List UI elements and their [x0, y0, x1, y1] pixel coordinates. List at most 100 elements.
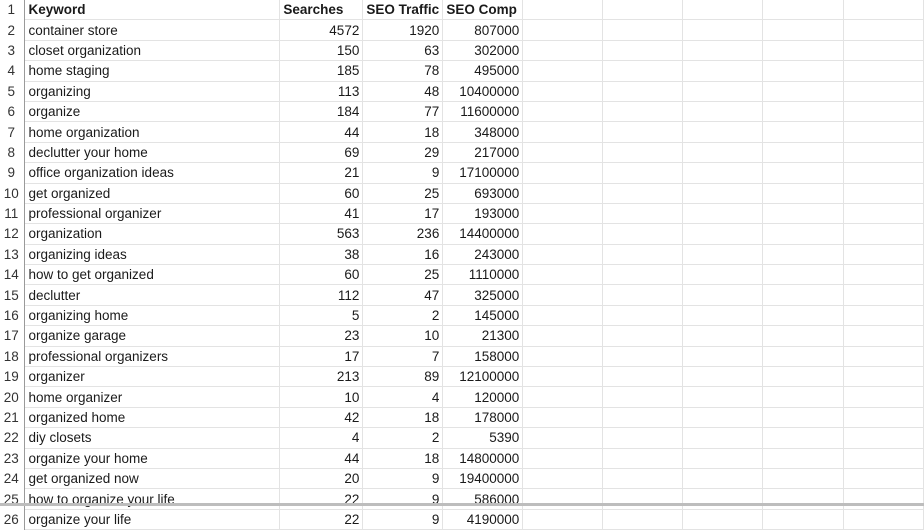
- cell-searches[interactable]: 4: [279, 427, 364, 449]
- empty-cell[interactable]: [682, 325, 764, 347]
- row-number[interactable]: 2: [0, 19, 26, 41]
- empty-cell[interactable]: [602, 366, 684, 388]
- empty-cell[interactable]: [522, 142, 604, 164]
- cell-seo-traffic[interactable]: 9: [362, 468, 444, 490]
- empty-cell[interactable]: [682, 183, 764, 204]
- empty-cell[interactable]: [602, 81, 684, 102]
- cell-keyword[interactable]: organized home: [24, 407, 281, 429]
- cell-keyword[interactable]: how to get organized: [24, 264, 281, 286]
- empty-cell[interactable]: [602, 121, 684, 143]
- empty-cell[interactable]: [843, 40, 924, 62]
- cell-searches[interactable]: 69: [279, 142, 364, 164]
- empty-cell[interactable]: [522, 509, 604, 530]
- row-number[interactable]: 18: [0, 346, 26, 367]
- cell-searches[interactable]: 4572: [279, 19, 364, 41]
- cell-searches[interactable]: 5: [279, 305, 364, 327]
- cell-seo-traffic[interactable]: 18: [362, 121, 444, 143]
- row-number[interactable]: 14: [0, 264, 26, 285]
- cell-seo-traffic[interactable]: 9: [362, 509, 444, 530]
- header-seo-traffic[interactable]: SEO Traffic: [362, 0, 444, 21]
- cell-seo-comp[interactable]: 14800000: [442, 448, 524, 469]
- cell-seo-comp[interactable]: 21300: [442, 325, 524, 347]
- cell-seo-comp[interactable]: 348000: [442, 121, 524, 143]
- cell-searches[interactable]: 22: [279, 488, 364, 510]
- cell-seo-comp[interactable]: 12100000: [442, 366, 524, 388]
- empty-cell[interactable]: [843, 325, 924, 347]
- empty-cell[interactable]: [682, 101, 764, 123]
- cell-seo-traffic[interactable]: 1920: [362, 19, 444, 41]
- empty-cell[interactable]: [762, 386, 844, 408]
- cell-seo-traffic[interactable]: 7: [362, 346, 444, 368]
- empty-cell[interactable]: [843, 0, 924, 21]
- empty-cell[interactable]: [762, 223, 844, 245]
- empty-cell[interactable]: [602, 203, 684, 225]
- cell-searches[interactable]: 44: [279, 121, 364, 143]
- empty-cell[interactable]: [843, 101, 924, 123]
- row-number[interactable]: 5: [0, 81, 26, 102]
- cell-seo-comp[interactable]: 14400000: [442, 223, 524, 245]
- cell-keyword[interactable]: professional organizer: [24, 203, 281, 225]
- empty-cell[interactable]: [682, 346, 764, 368]
- empty-cell[interactable]: [762, 0, 844, 21]
- empty-cell[interactable]: [522, 468, 604, 490]
- empty-cell[interactable]: [843, 488, 924, 510]
- cell-keyword[interactable]: container store: [24, 19, 281, 41]
- cell-seo-comp[interactable]: 243000: [442, 244, 524, 266]
- empty-cell[interactable]: [602, 223, 684, 245]
- cell-searches[interactable]: 185: [279, 60, 364, 82]
- cell-keyword[interactable]: organize your home: [24, 448, 281, 469]
- cell-seo-comp[interactable]: 1110000: [442, 264, 524, 286]
- row-number[interactable]: 16: [0, 305, 26, 326]
- empty-cell[interactable]: [682, 468, 764, 490]
- row-number[interactable]: 9: [0, 162, 26, 184]
- row-number[interactable]: 11: [0, 203, 26, 224]
- empty-cell[interactable]: [522, 121, 604, 143]
- cell-keyword[interactable]: organizing home: [24, 305, 281, 327]
- empty-cell[interactable]: [522, 325, 604, 347]
- empty-cell[interactable]: [762, 81, 844, 102]
- cell-seo-comp[interactable]: 19400000: [442, 468, 524, 490]
- empty-cell[interactable]: [602, 448, 684, 469]
- empty-cell[interactable]: [682, 488, 764, 510]
- header-seo-comp[interactable]: SEO Comp: [442, 0, 524, 21]
- empty-cell[interactable]: [522, 203, 604, 225]
- empty-cell[interactable]: [602, 19, 684, 41]
- cell-seo-traffic[interactable]: 78: [362, 60, 444, 82]
- empty-cell[interactable]: [762, 284, 844, 306]
- row-number[interactable]: 17: [0, 325, 26, 347]
- empty-cell[interactable]: [602, 346, 684, 368]
- cell-searches[interactable]: 20: [279, 468, 364, 490]
- empty-cell[interactable]: [843, 284, 924, 306]
- empty-cell[interactable]: [602, 162, 684, 184]
- empty-cell[interactable]: [762, 142, 844, 164]
- empty-cell[interactable]: [682, 386, 764, 408]
- empty-cell[interactable]: [602, 407, 684, 429]
- empty-cell[interactable]: [762, 101, 844, 123]
- cell-seo-comp[interactable]: 17100000: [442, 162, 524, 184]
- cell-seo-traffic[interactable]: 89: [362, 366, 444, 388]
- row-number[interactable]: 22: [0, 427, 26, 449]
- cell-seo-comp[interactable]: 11600000: [442, 101, 524, 123]
- empty-cell[interactable]: [522, 60, 604, 82]
- cell-keyword[interactable]: organizing: [24, 81, 281, 102]
- empty-cell[interactable]: [682, 244, 764, 266]
- empty-cell[interactable]: [602, 183, 684, 204]
- empty-cell[interactable]: [843, 60, 924, 82]
- empty-cell[interactable]: [843, 223, 924, 245]
- empty-cell[interactable]: [762, 305, 844, 327]
- empty-cell[interactable]: [843, 183, 924, 204]
- empty-cell[interactable]: [762, 488, 844, 510]
- empty-cell[interactable]: [762, 162, 844, 184]
- row-number[interactable]: 23: [0, 448, 26, 469]
- cell-keyword[interactable]: professional organizers: [24, 346, 281, 368]
- empty-cell[interactable]: [602, 0, 684, 21]
- empty-cell[interactable]: [522, 407, 604, 429]
- empty-cell[interactable]: [522, 19, 604, 41]
- cell-searches[interactable]: 60: [279, 264, 364, 286]
- cell-searches[interactable]: 21: [279, 162, 364, 184]
- cell-seo-comp[interactable]: 495000: [442, 60, 524, 82]
- empty-cell[interactable]: [602, 427, 684, 449]
- empty-cell[interactable]: [602, 101, 684, 123]
- empty-cell[interactable]: [522, 223, 604, 245]
- cell-seo-comp[interactable]: 158000: [442, 346, 524, 368]
